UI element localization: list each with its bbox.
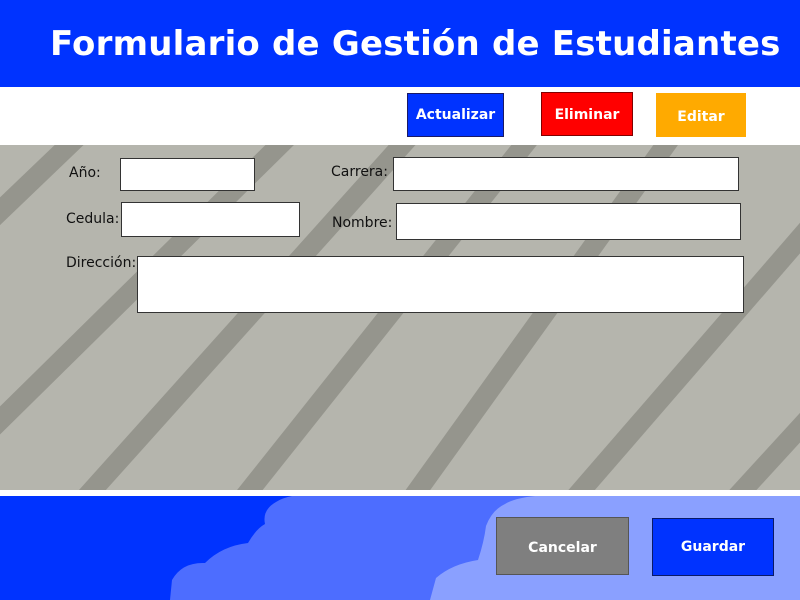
actualizar-button[interactable]: Actualizar (407, 93, 504, 137)
diagonal-stripe-background (0, 145, 800, 490)
anio-label: Año: (69, 165, 101, 181)
direccion-label: Dirección: (66, 255, 137, 271)
student-management-form-page: Formulario de Gestión de Estudiantes Act… (0, 0, 800, 600)
header-bar: Formulario de Gestión de Estudiantes (0, 0, 800, 87)
eliminar-button[interactable]: Eliminar (541, 92, 633, 136)
guardar-button[interactable]: Guardar (652, 518, 774, 576)
page-title: Formulario de Gestión de Estudiantes (50, 24, 781, 64)
nombre-field[interactable] (396, 203, 741, 240)
direccion-field[interactable] (137, 256, 744, 313)
nombre-label: Nombre: (332, 215, 393, 231)
cancelar-button[interactable]: Cancelar (496, 517, 629, 575)
cedula-field[interactable] (121, 202, 300, 237)
anio-field[interactable] (120, 158, 255, 191)
carrera-field[interactable] (393, 157, 739, 191)
carrera-label: Carrera: (331, 164, 388, 180)
form-panel: Año: Carrera: Cedula: Nombre: Dirección: (0, 145, 800, 490)
editar-button[interactable]: Editar (656, 93, 746, 137)
cedula-label: Cedula: (66, 211, 120, 227)
